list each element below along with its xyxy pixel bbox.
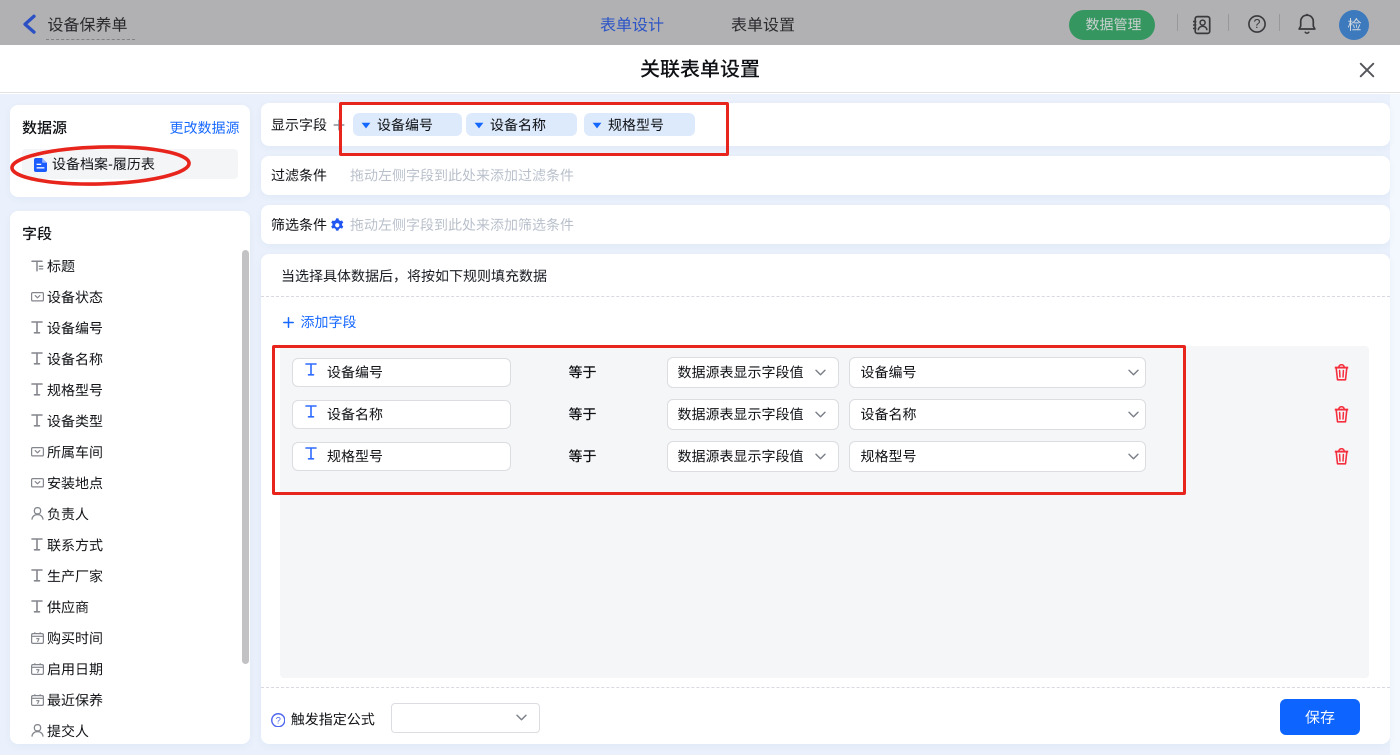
svg-text:?: ? — [1254, 17, 1261, 31]
svg-text:?: ? — [275, 715, 280, 726]
